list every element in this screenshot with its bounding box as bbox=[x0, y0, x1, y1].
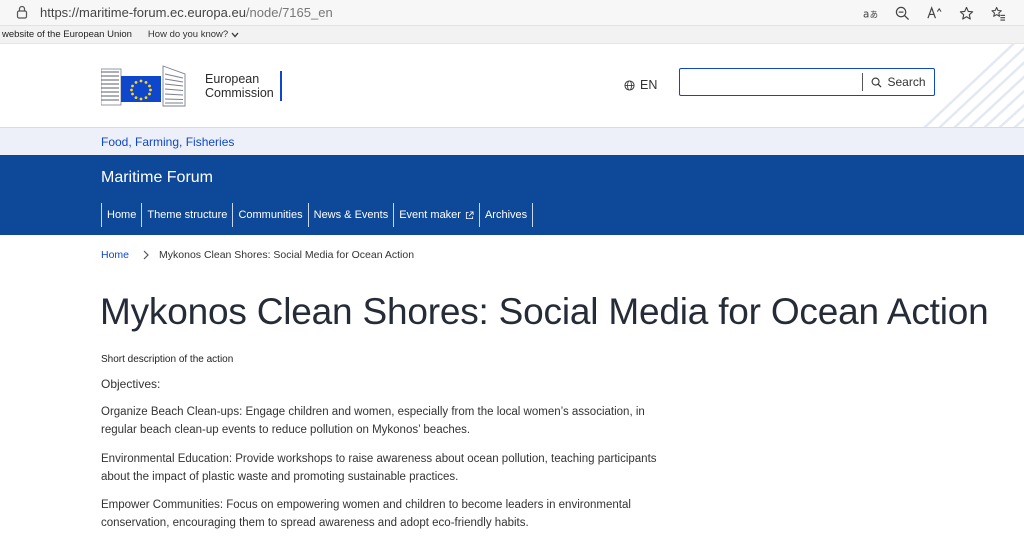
globe-icon bbox=[624, 79, 635, 91]
url-path: /node/7165_en bbox=[245, 5, 333, 20]
language-code: EN bbox=[640, 78, 658, 92]
url-field[interactable]: https://maritime-forum.ec.europa.eu/node… bbox=[40, 5, 333, 20]
search-input[interactable] bbox=[680, 73, 863, 91]
logo-line-commission: Commission bbox=[205, 86, 274, 100]
site-header: European Commission EN Search bbox=[0, 44, 1024, 128]
nav-item-label: Communities bbox=[238, 209, 303, 221]
food-farming-fisheries-link[interactable]: Food, Farming, Fisheries bbox=[101, 135, 234, 149]
objectives-heading: Objectives: bbox=[101, 377, 161, 391]
read-aloud-icon[interactable]: aあ bbox=[854, 3, 886, 23]
objective-paragraph: Organize Beach Clean-ups: Engage childre… bbox=[101, 406, 645, 436]
how-do-you-know-toggle[interactable]: How do you know? bbox=[148, 29, 239, 40]
favorites-list-icon[interactable] bbox=[982, 3, 1014, 23]
nav-item-event-maker[interactable]: Event maker bbox=[393, 203, 479, 227]
chevron-down-icon bbox=[231, 32, 239, 37]
site-section-bar: Food, Farming, Fisheries bbox=[0, 128, 1024, 155]
objective-paragraph: Empower Communities: Focus on empowering… bbox=[101, 499, 631, 529]
how-do-you-know-label: How do you know? bbox=[147, 29, 229, 40]
nav-item-home[interactable]: Home bbox=[101, 203, 141, 227]
chevron-right-icon bbox=[143, 250, 149, 260]
zoom-out-icon[interactable] bbox=[886, 3, 918, 23]
site-title[interactable]: Maritime Forum bbox=[101, 169, 213, 187]
favorite-star-icon[interactable] bbox=[950, 3, 982, 23]
main-navigation: Home Theme structure Communities News & … bbox=[101, 203, 534, 227]
breadcrumb-current: Mykonos Clean Shores: Social Media for O… bbox=[159, 249, 415, 261]
ec-building-logo-icon bbox=[101, 65, 186, 107]
description-label: Short description of the action bbox=[101, 354, 234, 365]
svg-text:あ: あ bbox=[869, 9, 877, 19]
logo-line-european: European bbox=[205, 72, 260, 86]
logo-wordmark: European Commission bbox=[205, 71, 282, 101]
eu-official-bar: website of the European Union How do you… bbox=[0, 26, 1024, 44]
objective-paragraph: Environmental Education: Provide worksho… bbox=[101, 453, 657, 483]
nav-item-label: Theme structure bbox=[147, 209, 228, 221]
svg-text:a: a bbox=[863, 8, 869, 20]
european-commission-logo[interactable]: European Commission bbox=[101, 64, 282, 108]
site-banner: Maritime Forum Home Theme structure Comm… bbox=[0, 155, 1024, 235]
text-aa-icon[interactable] bbox=[918, 3, 950, 23]
lock-icon[interactable] bbox=[16, 5, 28, 19]
page-title: Mykonos Clean Shores: Social Media for O… bbox=[100, 291, 989, 332]
nav-item-communities[interactable]: Communities bbox=[232, 203, 307, 227]
external-link-icon bbox=[465, 210, 474, 219]
search-icon bbox=[872, 77, 882, 88]
nav-item-label: Home bbox=[107, 209, 137, 221]
breadcrumb: Home Mykonos Clean Shores: Social Media … bbox=[101, 249, 414, 261]
eu-site-label: website of the European Union bbox=[2, 29, 132, 40]
breadcrumb-home-link[interactable]: Home bbox=[101, 249, 129, 261]
nav-item-label: News & Events bbox=[313, 209, 389, 221]
url-base: https://maritime-forum.ec.europa.eu bbox=[40, 5, 246, 20]
nav-item-theme-structure[interactable]: Theme structure bbox=[141, 203, 232, 227]
nav-item-label: Event maker bbox=[399, 209, 461, 221]
nav-item-label: Archives bbox=[484, 209, 528, 221]
nav-item-news-events[interactable]: News & Events bbox=[307, 203, 394, 227]
header-decoration-pattern bbox=[923, 44, 1024, 127]
browser-address-bar: https://maritime-forum.ec.europa.eu/node… bbox=[0, 0, 1024, 26]
nav-item-archives[interactable]: Archives bbox=[478, 203, 534, 227]
language-selector[interactable]: EN bbox=[624, 78, 657, 92]
